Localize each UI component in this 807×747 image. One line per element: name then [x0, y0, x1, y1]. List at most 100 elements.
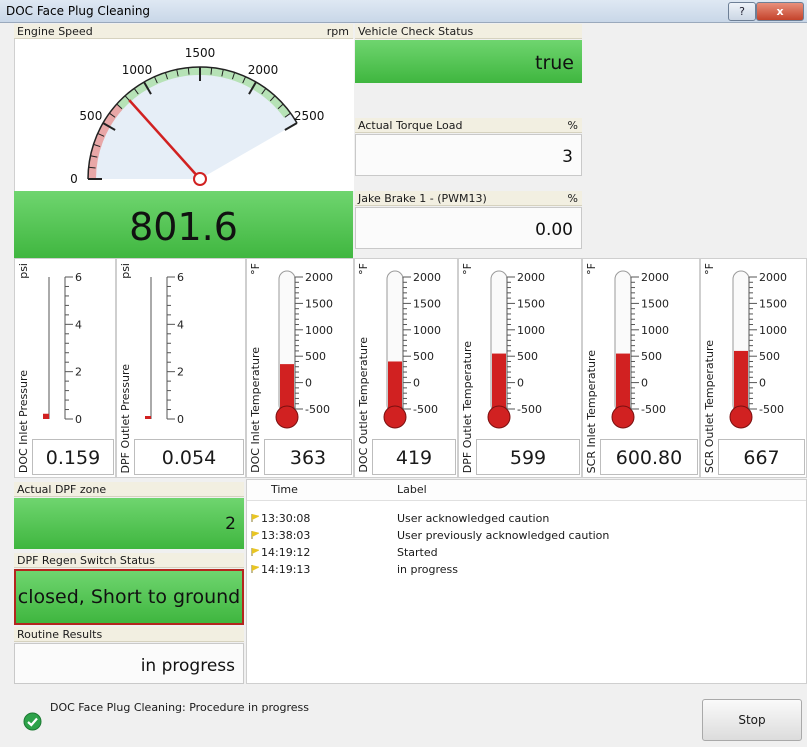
- log-header: Time Label: [247, 480, 806, 501]
- gauge-unit: °F: [461, 263, 474, 275]
- close-button[interactable]: x: [756, 2, 804, 21]
- jake-value: 0.00: [355, 207, 582, 249]
- dpf-zone-header: Actual DPF zone: [14, 482, 244, 497]
- log-col-label[interactable]: Label: [397, 483, 427, 496]
- gauge-tick-label: 2000: [759, 271, 787, 284]
- gauge-panel: psi DOC Inlet Pressure 6 4 2 0 0.159: [14, 258, 116, 478]
- gauge-tick-label: 2: [75, 366, 82, 379]
- help-button[interactable]: ?: [728, 2, 756, 21]
- log-row[interactable]: 14:19:12 Started: [247, 546, 806, 563]
- gauge-panel: °F DOC Inlet Temperature 2000 1500 1000 500 0 -…: [246, 258, 354, 478]
- window-title: DOC Face Plug Cleaning: [6, 4, 151, 18]
- gauge-tick-label: 2000: [517, 271, 545, 284]
- gauge-tick-label: 6: [75, 271, 82, 284]
- gauge-tick-label: 1000: [641, 324, 669, 337]
- gauge-unit: °F: [357, 263, 370, 275]
- gauge-tick-label: 0: [413, 377, 420, 390]
- gauge-unit: °F: [249, 263, 262, 275]
- jake-header: Jake Brake 1 - (PWM13) %: [355, 191, 582, 206]
- rpm-scale-label: 0: [70, 172, 78, 186]
- gauge-label: DOC Inlet Pressure: [17, 369, 30, 473]
- stop-button[interactable]: Stop: [702, 699, 802, 741]
- torque-unit: %: [567, 119, 578, 132]
- gauge-label: DOC Outlet Temperature: [357, 337, 370, 473]
- title-bar: DOC Face Plug Cleaning ? x: [0, 0, 807, 23]
- vehicle-check-label: Vehicle Check Status: [358, 25, 474, 38]
- log-label: User acknowledged caution: [397, 512, 550, 525]
- gauge-tick-label: 1500: [517, 297, 545, 310]
- gauge-tick-label: 2000: [305, 271, 333, 284]
- gauge-tick-label: -500: [413, 403, 438, 416]
- gauge-value: 599: [476, 439, 580, 475]
- rpm-scale-label: 500: [79, 109, 102, 123]
- gauge-label: DPF Outlet Pressure: [119, 363, 132, 473]
- gauge-tick-label: 1000: [517, 324, 545, 337]
- flag-icon: [251, 514, 259, 522]
- rpm-scale-label: 1000: [122, 63, 153, 77]
- gauge-unit: °F: [703, 263, 716, 275]
- gauge-tick-label: 500: [517, 350, 538, 363]
- gauge-panel: °F DOC Outlet Temperature 2000 1500 1000 500 0…: [354, 258, 458, 478]
- dpf-zone-value: 2: [14, 498, 244, 549]
- gauge-value: 600.80: [600, 439, 698, 475]
- rpm-scale-label: 1500: [185, 46, 216, 60]
- vehicle-check-header: Vehicle Check Status: [355, 24, 582, 39]
- torque-value: 3: [355, 134, 582, 176]
- log-row[interactable]: 14:19:13 in progress: [247, 563, 806, 580]
- gauge-tick-label: 500: [413, 350, 434, 363]
- gauge-tick-label: 0: [305, 377, 312, 390]
- gauge-tick-label: -500: [517, 403, 542, 416]
- rpm-scale-label: 2000: [248, 63, 279, 77]
- gauge-label: DPF Outlet Temperature: [461, 340, 474, 473]
- log-row[interactable]: 13:38:03 User previously acknowledged cau…: [247, 529, 806, 546]
- engine-speed-value: 801.6: [14, 191, 353, 259]
- gauge-tick-label: 4: [177, 318, 184, 331]
- regen-switch-header: DPF Regen Switch Status: [14, 553, 244, 568]
- gauge-tick-label: 1500: [759, 297, 787, 310]
- gauge-tick-label: 2: [177, 366, 184, 379]
- vehicle-check-value: true: [355, 40, 582, 83]
- gauge-tick-label: 2000: [641, 271, 669, 284]
- gauge-unit: psi: [119, 263, 132, 279]
- gauge-value: 419: [372, 439, 456, 475]
- gauge-tick-label: 1000: [759, 324, 787, 337]
- gauge-scale: 2000 1500 1000 500 0 -500: [611, 270, 669, 429]
- flag-icon: [251, 565, 259, 573]
- gauge-value: 0.159: [32, 439, 114, 475]
- rpm-gauge-panel: 0 500 1000 1500 2000 2500: [14, 39, 354, 191]
- jake-unit: %: [567, 192, 578, 205]
- gauge-value: 0.054: [134, 439, 244, 475]
- gauge-panel: °F SCR Outlet Temperature 2000 1500 1000 500 0…: [700, 258, 807, 478]
- status-text: DOC Face Plug Cleaning: Procedure in pro…: [50, 701, 310, 714]
- torque-header: Actual Torque Load %: [355, 118, 582, 133]
- gauge-value: 667: [718, 439, 805, 475]
- flag-icon: [251, 548, 259, 556]
- gauge-tick-label: 0: [75, 413, 82, 426]
- gauge-scale: 2000 1500 1000 500 0 -500: [383, 270, 441, 429]
- jake-label: Jake Brake 1 - (PWM13): [358, 192, 487, 205]
- event-log[interactable]: Time Label 13:30:08 User acknowledged cau…: [246, 479, 807, 684]
- gauge-scale: 6 4 2 0: [145, 271, 184, 426]
- gauge-tick-label: 6: [177, 271, 184, 284]
- gauge-tick-label: 1500: [641, 297, 669, 310]
- gauge-panel: °F SCR Inlet Temperature 2000 1500 1000 500 0 -…: [582, 258, 700, 478]
- gauge-tick-label: 500: [305, 350, 326, 363]
- gauge-tick-label: 1000: [413, 324, 441, 337]
- gauge-tick-label: -500: [641, 403, 666, 416]
- log-col-time[interactable]: Time: [271, 483, 298, 496]
- flag-icon: [251, 531, 259, 539]
- routine-header: Routine Results: [14, 627, 244, 642]
- log-label: in progress: [397, 563, 459, 576]
- engine-speed-unit: rpm: [326, 25, 349, 38]
- gauge-tick-label: 1500: [305, 297, 333, 310]
- gauge-tick-label: 1000: [305, 324, 333, 337]
- gauge-scale: 2000 1500 1000 500 0 -500: [275, 270, 333, 429]
- gauge-tick-label: 0: [641, 377, 648, 390]
- log-row[interactable]: 13:30:08 User acknowledged caution: [247, 512, 806, 529]
- torque-label: Actual Torque Load: [358, 119, 463, 132]
- log-label: Started: [397, 546, 438, 559]
- routine-label: Routine Results: [17, 628, 103, 641]
- gauge-tick-label: 4: [75, 318, 82, 331]
- gauge-value: 363: [264, 439, 352, 475]
- check-icon: [23, 712, 42, 731]
